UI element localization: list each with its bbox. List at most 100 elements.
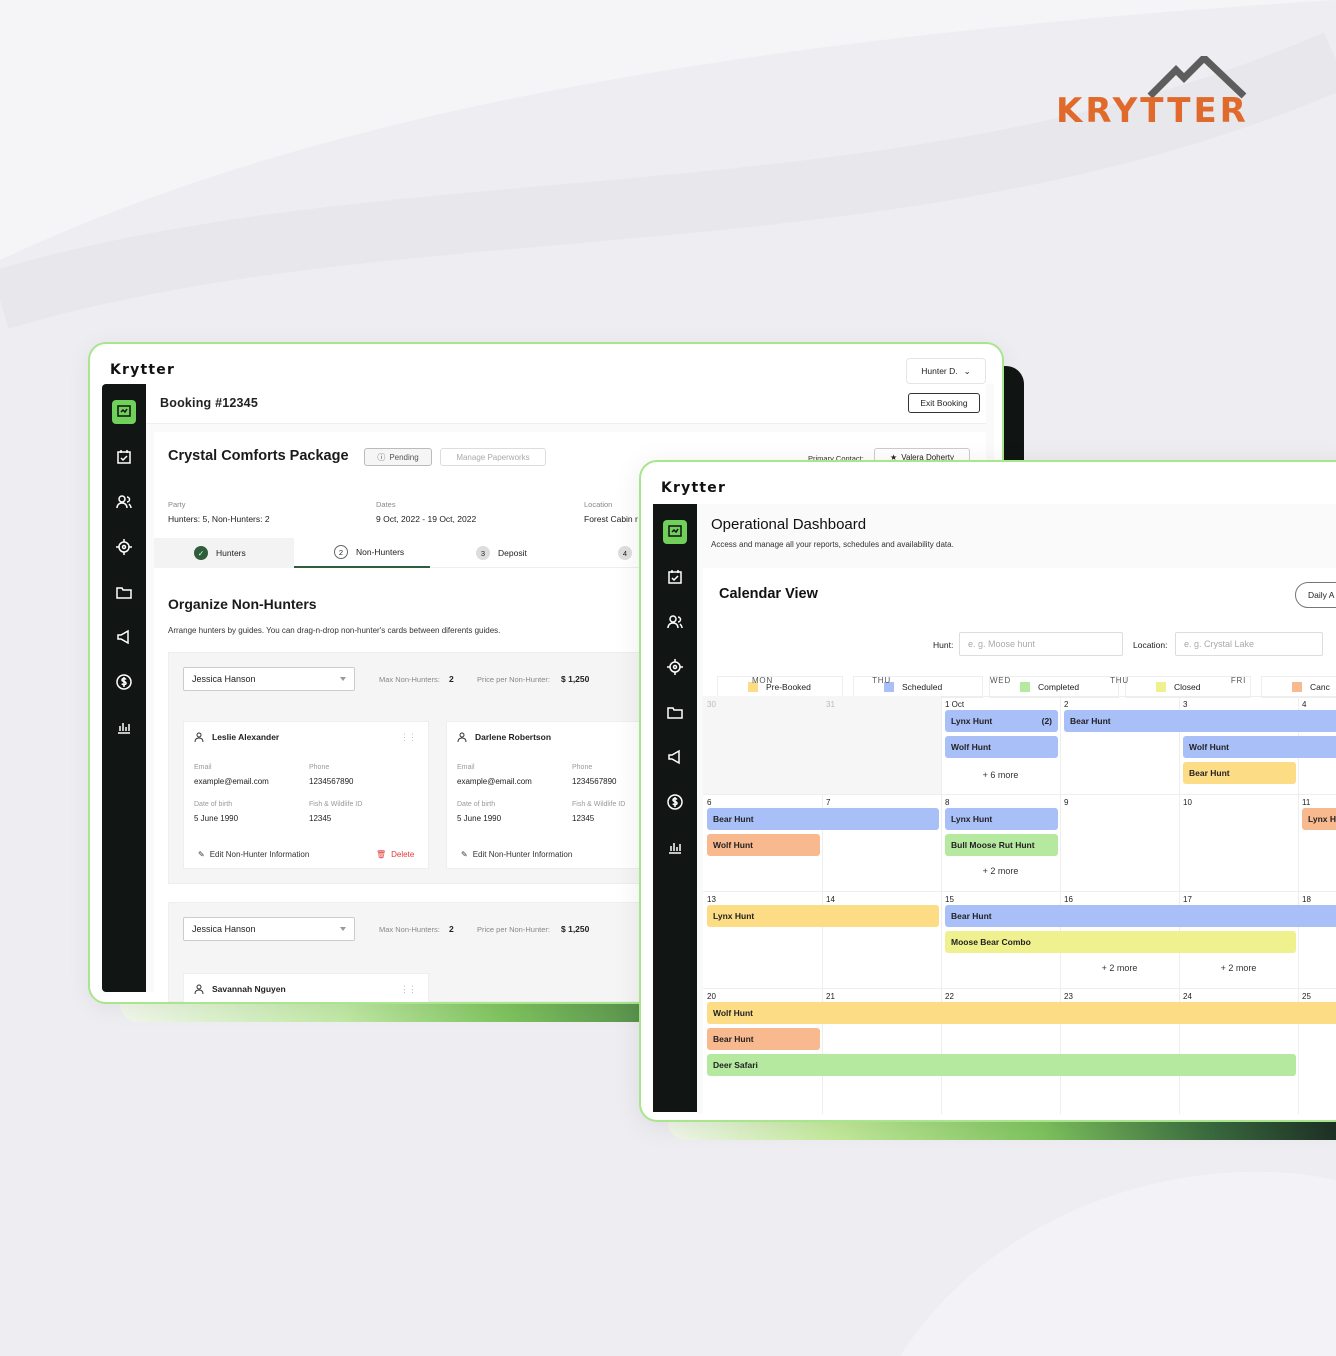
step-non-hunters[interactable]: 2 Non-Hunters [294, 538, 430, 568]
guide-select-value: Jessica Hanson [192, 674, 256, 684]
status-badge: ⓘ Pending [364, 448, 432, 466]
party-label: Party [168, 500, 186, 509]
user-menu-label: Hunter D. [921, 366, 958, 376]
location-label: Location [584, 500, 613, 509]
show-more-link[interactable]: + 2 more [941, 866, 1060, 876]
delete-button[interactable]: 🗑 Delete [376, 850, 414, 859]
event-lynx-hunt[interactable]: Lynx Hunt [707, 905, 939, 927]
event-wolf-hunt[interactable]: Wolf Hunt [1183, 736, 1336, 758]
edit-non-hunter-button[interactable]: ✎ Edit Non-Hunter Information [461, 850, 572, 859]
sidebar-item-reports[interactable] [663, 835, 687, 859]
day-number: 16 [1064, 895, 1073, 904]
price-label: Price per Non-Hunter: [477, 675, 550, 684]
price-label: Price per Non-Hunter: [477, 925, 550, 934]
non-hunter-name: Darlene Robertson [475, 732, 552, 742]
guide-select[interactable]: Jessica Hanson [183, 667, 355, 691]
step-number: 3 [476, 546, 490, 560]
sidebar-item-files[interactable] [112, 580, 136, 604]
weekday-header: WED [989, 676, 1012, 685]
event-bear-hunt[interactable]: Bear Hunt [1183, 762, 1296, 784]
sidebar-item-users[interactable] [663, 610, 687, 634]
day-number: 30 [707, 700, 716, 709]
event-bear-hunt[interactable]: Bear Hunt [1064, 710, 1336, 732]
event-deer-safari[interactable]: Deer Safari [707, 1054, 1296, 1076]
day-number: 11 [1302, 798, 1311, 807]
email-value: example@email.com [457, 777, 532, 786]
chevron-down-icon: ⌄ [963, 365, 971, 376]
manage-paperworks-button[interactable]: Manage Paperworks [440, 448, 546, 466]
day-number: 24 [1183, 992, 1192, 1001]
day-number: 17 [1183, 895, 1192, 904]
event-wolf-hunt[interactable]: Wolf Hunt [707, 1002, 1336, 1024]
sidebar-item-finance[interactable] [112, 670, 136, 694]
section-title: Organize Non-Hunters [168, 596, 317, 612]
status-badge-label: Pending [389, 452, 419, 462]
sidebar-item-dashboard[interactable] [663, 520, 687, 544]
fw-id-label: Fish & Wildlife ID [309, 801, 363, 808]
exit-booking-button[interactable]: Exit Booking [908, 393, 980, 413]
non-hunter-card[interactable]: Savannah Nguyen ⋮⋮ [183, 973, 429, 1002]
day-number: 25 [1302, 992, 1311, 1001]
day-number: 2 [1064, 700, 1069, 709]
event-wolf-hunt[interactable]: Wolf Hunt [707, 834, 820, 856]
event-moose-bear-combo[interactable]: Moose Bear Combo [945, 931, 1296, 953]
guide-select[interactable]: Jessica Hanson [183, 917, 355, 941]
day-number: 15 [945, 895, 954, 904]
sidebar-item-reports[interactable] [112, 715, 136, 739]
sidebar-item-users[interactable] [112, 490, 136, 514]
sidebar-item-target[interactable] [112, 535, 136, 559]
location-filter-input[interactable]: e. g. Crystal Lake [1175, 632, 1323, 656]
calendar-check-icon [668, 570, 682, 584]
previous-month-cells [703, 696, 941, 794]
day-number: 23 [1064, 992, 1073, 1001]
user-menu[interactable]: Hunter D. ⌄ [906, 358, 986, 384]
sidebar-item-marketing[interactable] [112, 625, 136, 649]
trash-icon: 🗑 [376, 850, 387, 859]
event-bull-moose-rut-hunt[interactable]: Bull Moose Rut Hunt [945, 834, 1058, 856]
calendar-check-icon [117, 450, 131, 464]
day-number: 22 [945, 992, 954, 1001]
event-lynx-hunt[interactable]: Lynx Hunt (2) [945, 710, 1058, 732]
show-more-link[interactable]: + 2 more [1060, 963, 1179, 973]
day-number: 20 [707, 992, 716, 1001]
fw-id-label: Fish & Wildlife ID [572, 801, 626, 808]
event-wolf-hunt[interactable]: Wolf Hunt [945, 736, 1058, 758]
event-lynx-hunt[interactable]: Lynx Hunt [945, 808, 1058, 830]
event-bear-hunt[interactable]: Bear Hunt [707, 808, 939, 830]
drag-handle-icon[interactable]: ⋮⋮ [400, 984, 417, 995]
sidebar-item-target[interactable] [663, 655, 687, 679]
sidebar-item-files[interactable] [663, 700, 687, 724]
sidebar-item-bookings[interactable] [112, 445, 136, 469]
sidebar-item-dashboard[interactable] [112, 400, 136, 424]
day-number: 6 [707, 798, 712, 807]
step-deposit[interactable]: 3 Deposit [436, 538, 576, 568]
sidebar-item-finance[interactable] [663, 790, 687, 814]
logo-wordmark: KRYTTER [1056, 91, 1249, 131]
day-number: 1 Oct [945, 700, 965, 709]
user-icon [194, 732, 204, 742]
crosshair-icon [116, 539, 132, 555]
show-more-link[interactable]: + 2 more [1179, 963, 1298, 973]
show-more-link[interactable]: + 6 more [941, 770, 1060, 780]
price-value: $ 1,250 [561, 674, 590, 684]
calendar-title: Calendar View [719, 586, 818, 602]
sidebar-item-bookings[interactable] [663, 565, 687, 589]
sidebar-item-marketing[interactable] [663, 745, 687, 769]
dashboard-main: Operational Dashboard Access and manage … [697, 504, 1336, 1114]
phone-label: Phone [309, 764, 330, 771]
step-hunters[interactable]: ✓ Hunters [154, 538, 294, 568]
grid-line [941, 696, 942, 1114]
hunt-filter-input[interactable]: e. g. Moose hunt [959, 632, 1123, 656]
day-number: 14 [826, 895, 835, 904]
day-number: 3 [1183, 700, 1188, 709]
edit-non-hunter-button[interactable]: ✎ Edit Non-Hunter Information [198, 850, 309, 859]
event-bear-hunt[interactable]: Bear Hunt [945, 905, 1336, 927]
event-bear-hunt[interactable]: Bear Hunt [707, 1028, 820, 1050]
dollar-icon [116, 674, 132, 690]
drag-handle-icon[interactable]: ⋮⋮ [400, 732, 417, 743]
non-hunter-card[interactable]: Leslie Alexander ⋮⋮ Email example@email.… [183, 721, 429, 869]
package-title: Crystal Comforts Package [168, 448, 349, 464]
fw-id-value: 12345 [309, 814, 332, 823]
bar-chart-icon [118, 723, 130, 734]
event-lynx-hunt[interactable]: Lynx H [1302, 808, 1336, 830]
